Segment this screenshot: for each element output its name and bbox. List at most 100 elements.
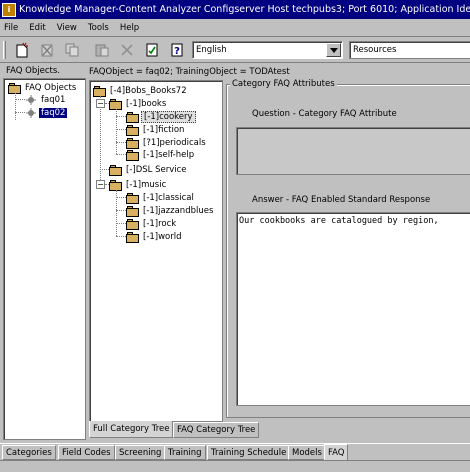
question-label: Question - Category FAQ Attribute — [252, 109, 397, 119]
tree-connector — [100, 96, 101, 186]
folder-icon — [126, 137, 140, 149]
object-header: FAQObject = faq02; TrainingObject = TODA… — [89, 67, 290, 77]
tree-node-label: [-1]rock — [143, 219, 177, 229]
tree-connector — [15, 112, 25, 113]
tree-node-label: faq02 — [39, 108, 68, 118]
tree-node-label: faq01 — [41, 95, 66, 105]
tree-node-label: [-1]music — [126, 180, 167, 190]
help-icon: ? — [171, 43, 183, 57]
menu-bar: File Edit View Tools Help — [0, 19, 470, 37]
tree-connector — [116, 197, 126, 198]
tree-node-label: [-1]books — [126, 99, 167, 109]
tree-connector — [116, 223, 126, 224]
tree-connector — [116, 129, 126, 130]
tree-node-faq02[interactable]: faq02 — [26, 107, 68, 119]
tree-node-books[interactable]: [-1]books — [109, 98, 168, 110]
folder-icon — [126, 124, 140, 136]
faq-item-icon — [26, 108, 36, 118]
tree-node-jazzandblues[interactable]: [-1]jazzandblues — [126, 205, 215, 217]
paste-button[interactable] — [92, 40, 112, 60]
refresh-icon — [146, 43, 158, 57]
refresh-button[interactable] — [142, 40, 162, 60]
folder-icon — [8, 82, 22, 94]
faq-item-icon — [26, 95, 36, 105]
faq-objects-label: FAQ Objects. — [6, 66, 60, 76]
menu-edit[interactable]: Edit — [29, 23, 45, 33]
tree-node-dsl-service[interactable]: [-]DSL Service — [109, 164, 189, 176]
status-bar — [0, 460, 470, 472]
tab-screening[interactable]: Screening — [115, 445, 166, 460]
tree-connector — [116, 116, 126, 117]
collapse-icon[interactable]: − — [96, 180, 105, 189]
faq-objects-tree[interactable]: FAQ Objects faq01 faq02 — [3, 78, 86, 440]
menu-file[interactable]: File — [4, 23, 18, 33]
tree-connector — [15, 99, 25, 100]
open-folder-icon — [93, 85, 107, 97]
menu-view[interactable]: View — [57, 23, 77, 33]
tab-full-category-tree[interactable]: Full Category Tree — [89, 421, 174, 438]
tab-training-schedule[interactable]: Training Schedule — [207, 445, 291, 460]
tree-node-fiction[interactable]: [-1]fiction — [126, 124, 186, 136]
new-button[interactable] — [12, 40, 32, 60]
tree-node-periodicals[interactable]: [?1]periodicals — [126, 137, 208, 149]
cut-button[interactable] — [117, 40, 137, 60]
tree-node-label: [-1]jazzandblues — [143, 206, 214, 216]
tree-node-label: [-4]Bobs_Books72 — [110, 86, 187, 96]
folder-icon — [109, 164, 123, 176]
tree-node-label: [-1]classical — [143, 193, 194, 203]
tab-faq-category-tree[interactable]: FAQ Category Tree — [173, 422, 260, 438]
answer-field[interactable]: Our cookbooks are catalogued by region, — [236, 212, 470, 406]
tab-training[interactable]: Training — [164, 445, 206, 460]
tree-node-rock[interactable]: [-1]rock — [126, 218, 178, 230]
menu-tools[interactable]: Tools — [88, 23, 109, 33]
tree-node-cookery[interactable]: [-1]cookery — [126, 111, 196, 123]
tree-node-self-help[interactable]: [-1]self-help — [126, 149, 196, 161]
tree-node-label: [?1]periodicals — [143, 138, 206, 148]
tree-node-faq-objects[interactable]: FAQ Objects — [8, 82, 78, 94]
folder-icon — [126, 231, 140, 243]
chevron-down-icon[interactable] — [326, 43, 341, 57]
svg-text:?: ? — [174, 46, 180, 57]
tree-connector — [100, 169, 109, 170]
tree-connector — [116, 154, 126, 155]
resources-field[interactable]: Resources — [349, 41, 470, 59]
copy-icon — [65, 43, 79, 57]
menu-help[interactable]: Help — [120, 23, 139, 33]
folder-icon — [126, 149, 140, 161]
answer-label: Answer - FAQ Enabled Standard Response — [252, 195, 431, 205]
main-tabs: Categories Field Codes Screening Trainin… — [0, 443, 470, 461]
tab-models[interactable]: Models — [288, 445, 326, 460]
help-button[interactable]: ? — [167, 40, 187, 60]
tree-node-music[interactable]: [-1]music — [109, 179, 168, 191]
faq-objects-panel: FAQ Objects. FAQ Objects faq01 faq02 — [3, 66, 86, 440]
window-title: Knowledge Manager-Content Analyzer Confi… — [19, 4, 470, 15]
tree-node-faq01[interactable]: faq01 — [26, 94, 67, 106]
tab-categories[interactable]: Categories — [2, 445, 56, 460]
tree-node-root[interactable]: [-4]Bobs_Books72 — [93, 85, 189, 97]
question-field[interactable] — [236, 127, 470, 175]
tree-node-label: [-1]self-help — [143, 150, 195, 160]
new-icon — [16, 42, 28, 58]
title-bar: i Knowledge Manager-Content Analyzer Con… — [0, 0, 470, 19]
tab-field-codes[interactable]: Field Codes — [58, 445, 115, 460]
collapse-icon[interactable]: − — [96, 99, 105, 108]
panel-splitter[interactable] — [86, 66, 88, 440]
cut-icon — [121, 44, 133, 56]
tree-connector — [15, 93, 16, 120]
tree-node-label: [-1]world — [143, 232, 182, 242]
tree-node-world[interactable]: [-1]world — [126, 231, 184, 243]
folder-icon — [126, 111, 140, 123]
tree-connector — [116, 210, 126, 211]
language-value: English — [196, 45, 227, 55]
open-folder-icon — [109, 179, 123, 191]
tree-connector — [116, 142, 126, 143]
resources-value: Resources — [353, 45, 397, 55]
tree-node-classical[interactable]: [-1]classical — [126, 192, 196, 204]
category-tree[interactable]: [-4]Bobs_Books72 − [-1]books [-1]cookery… — [89, 80, 223, 422]
toolbar-grip[interactable] — [3, 41, 6, 59]
language-select[interactable]: English — [192, 41, 343, 59]
tab-faq[interactable]: FAQ — [324, 444, 349, 461]
delete-button[interactable] — [37, 40, 57, 60]
tree-node-label: [-1]fiction — [143, 125, 185, 135]
copy-button[interactable] — [62, 40, 82, 60]
